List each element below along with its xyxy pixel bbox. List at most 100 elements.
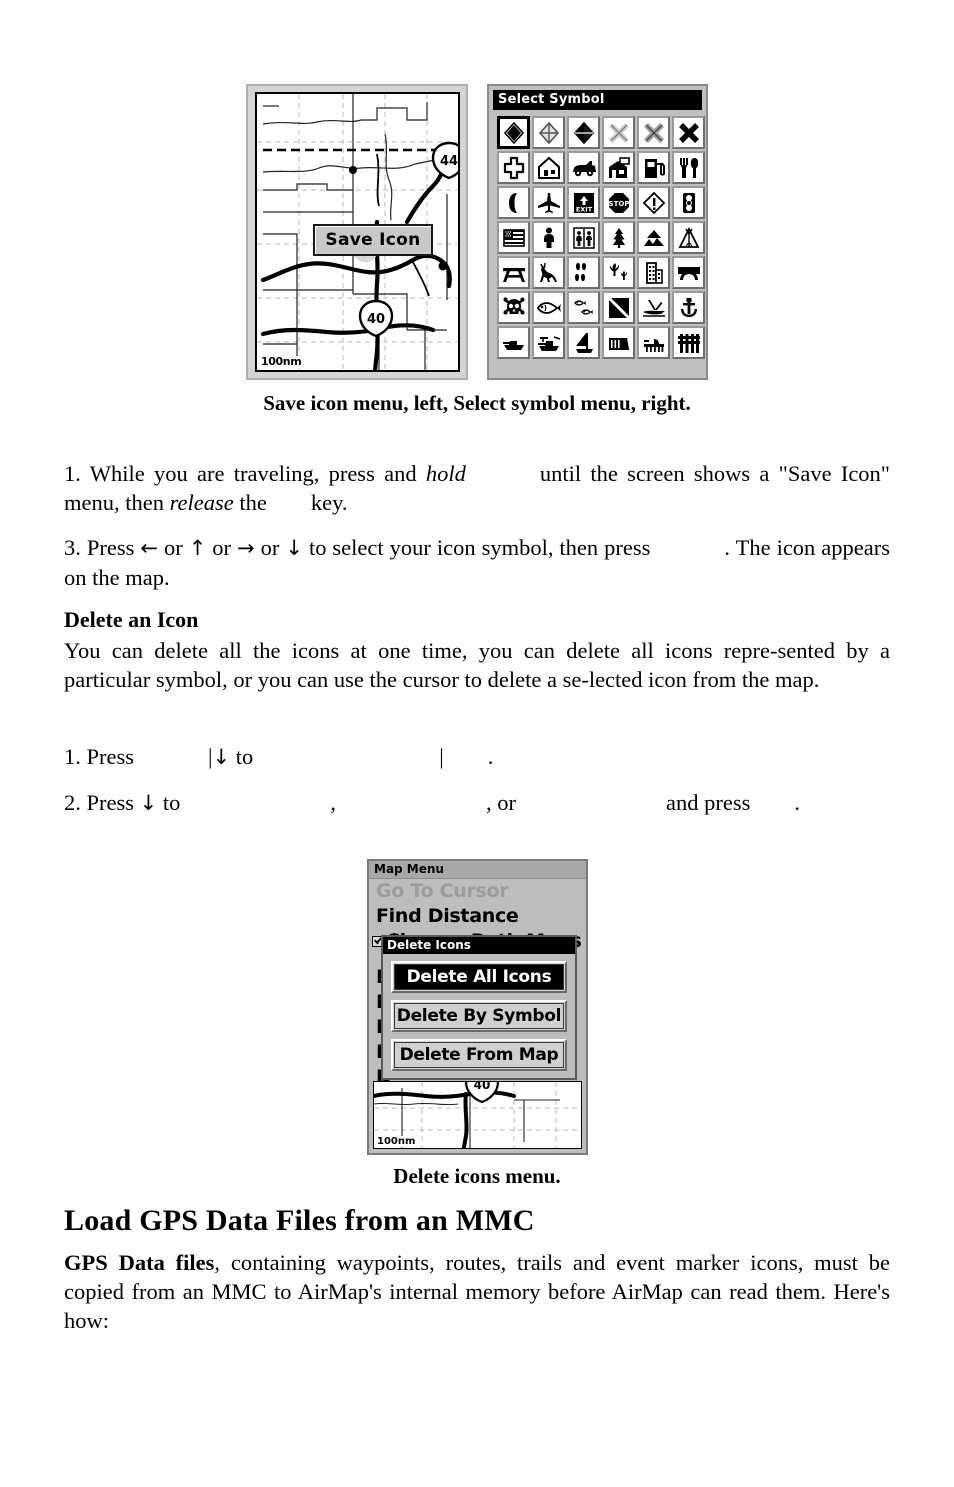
arrow-left-icon: ← bbox=[140, 536, 158, 560]
symbol-cell-traffic-light-icon[interactable] bbox=[672, 186, 705, 219]
symbol-cell-warning-diamond-icon[interactable] bbox=[637, 186, 670, 219]
symbol-cell-wreck-icon[interactable] bbox=[637, 291, 670, 324]
symbol-cell-bridge-icon[interactable] bbox=[672, 256, 705, 289]
svg-text:EXIT: EXIT bbox=[575, 205, 592, 213]
dam-icon bbox=[608, 337, 629, 350]
del-step1-separator-2: | bbox=[439, 744, 444, 769]
symbol-cell-hospital-cross-icon[interactable] bbox=[497, 151, 530, 184]
fish-icon bbox=[536, 301, 561, 314]
symbol-cell-diamond-half-icon[interactable] bbox=[567, 116, 600, 149]
arrow-down-icon-3: ↓ bbox=[139, 791, 158, 815]
symbol-cell-diamond-filled-icon[interactable] bbox=[497, 116, 530, 149]
symbol-cell-exit-sign-icon[interactable]: EXIT bbox=[567, 186, 600, 219]
step3-period: . bbox=[724, 535, 731, 560]
person-icon bbox=[543, 227, 554, 248]
delete-icons-titlebar: Delete Icons bbox=[383, 937, 575, 954]
symbol-cell-house-icon[interactable] bbox=[532, 151, 565, 184]
small-fish-icon bbox=[573, 299, 593, 315]
diamond-filled-icon bbox=[503, 121, 524, 144]
symbol-cell-sailboat-icon[interactable] bbox=[567, 326, 600, 359]
dive-flag-icon bbox=[607, 296, 630, 319]
symbol-cell-animal-tracks-icon[interactable] bbox=[567, 256, 600, 289]
symbol-cell-building-icon[interactable] bbox=[637, 256, 670, 289]
symbol-cell-pier-icon[interactable] bbox=[637, 326, 670, 359]
symbol-cell-store-icon[interactable] bbox=[602, 151, 635, 184]
arrow-right-icon: → bbox=[237, 536, 255, 560]
symbol-cell-airplane-icon[interactable] bbox=[532, 186, 565, 219]
diamond-half-icon bbox=[573, 121, 594, 144]
delete-by-symbol-label: Delete By Symbol bbox=[394, 1003, 564, 1029]
figure-delete-icons-menu: Map Menu Go To Cursor Find Distance Chan… bbox=[367, 859, 588, 1155]
symbol-cell-fish-icon[interactable] bbox=[532, 291, 565, 324]
svg-text:40: 40 bbox=[474, 1082, 491, 1092]
symbol-cell-skull-crossbones-icon[interactable] bbox=[497, 291, 530, 324]
map-menu-item-go-to-cursor[interactable]: Go To Cursor bbox=[369, 879, 586, 904]
symbol-cell-small-fish-icon[interactable] bbox=[567, 291, 600, 324]
symbol-cell-picnic-table-icon[interactable] bbox=[497, 256, 530, 289]
symbol-cell-stop-sign-icon[interactable]: STOP bbox=[602, 186, 635, 219]
x-bold-icon bbox=[678, 122, 699, 143]
symbol-cell-diamond-outline-icon[interactable] bbox=[532, 116, 565, 149]
symbol-cell-speedboat-icon[interactable] bbox=[532, 326, 565, 359]
symbol-cell-dam-icon[interactable] bbox=[602, 326, 635, 359]
delete-all-icons-button[interactable]: Delete All Icons bbox=[391, 961, 567, 993]
exit-sign-icon: EXIT bbox=[573, 192, 594, 213]
flag-icon bbox=[502, 228, 525, 247]
hospital-cross-icon bbox=[503, 156, 524, 179]
map-menu-item-find-distance[interactable]: Find Distance bbox=[369, 904, 586, 929]
pier-icon bbox=[643, 338, 664, 352]
del-step2-comma-1: , bbox=[330, 790, 337, 815]
boat-icon bbox=[502, 340, 524, 350]
symbol-cell-person-icon[interactable] bbox=[532, 221, 565, 254]
symbol-cell-dive-flag-icon[interactable] bbox=[602, 291, 635, 324]
del-step2-text-a: 2. Press bbox=[64, 790, 135, 815]
symbol-cell-anchor-icon[interactable] bbox=[672, 291, 705, 324]
section-heading-load-gps-data-files: Load GPS Data Files from an MMC bbox=[64, 1204, 535, 1237]
symbol-cell-flag-icon[interactable] bbox=[497, 221, 530, 254]
svg-text:40: 40 bbox=[367, 312, 385, 327]
select-symbol-panel: Select Symbol EXIT STOP bbox=[487, 84, 708, 380]
section-paragraph-bold-lead: GPS Data files bbox=[64, 1250, 215, 1275]
step3-or-2: or bbox=[212, 535, 232, 560]
del-step1-to: to bbox=[235, 744, 254, 769]
picnic-table-icon bbox=[502, 267, 525, 282]
delete-from-map-button[interactable]: Delete From Map bbox=[391, 1039, 567, 1071]
select-symbol-titlebar: Select Symbol bbox=[493, 90, 702, 110]
delete-by-symbol-button[interactable]: Delete By Symbol bbox=[391, 1000, 567, 1032]
sailboat-icon bbox=[575, 332, 593, 353]
save-icon-popup-label: Save Icon bbox=[325, 230, 421, 250]
figure1-caption: Save icon menu, left, Select symbol menu… bbox=[263, 391, 691, 415]
manual-page: 44 40 Save Icon 100nm Select Symbol EXIT… bbox=[0, 0, 954, 1487]
symbol-cell-plants-icon[interactable] bbox=[602, 256, 635, 289]
symbol-cell-x-bold-icon[interactable] bbox=[672, 116, 705, 149]
step1-text-a: 1. While you are traveling, press and bbox=[64, 461, 426, 486]
symbol-grid: EXIT STOP bbox=[497, 116, 705, 359]
symbol-cell-x-gray-icon[interactable] bbox=[637, 116, 670, 149]
restroom-icon bbox=[572, 226, 595, 249]
symbol-cell-pilings-icon[interactable] bbox=[672, 326, 705, 359]
symbol-cell-fuel-pump-icon[interactable] bbox=[637, 151, 670, 184]
anchor-icon bbox=[680, 297, 697, 317]
symbol-cell-telephone-icon[interactable] bbox=[497, 186, 530, 219]
delete-icons-dialog: Delete Icons Delete All Icons Delete By … bbox=[381, 935, 577, 1080]
symbol-cell-x-light-icon[interactable] bbox=[602, 116, 635, 149]
traffic-light-icon bbox=[682, 192, 695, 213]
step1-text-d: key. bbox=[310, 490, 348, 515]
symbol-cell-deer-icon[interactable] bbox=[532, 256, 565, 289]
pilings-icon bbox=[677, 333, 700, 353]
del-step1-text-a: 1. Press bbox=[64, 744, 135, 769]
symbol-cell-tree-icon[interactable] bbox=[602, 221, 635, 254]
symbol-cell-mountains-icon[interactable] bbox=[637, 221, 670, 254]
teepee-icon bbox=[678, 226, 699, 248]
symbol-cell-boat-icon[interactable] bbox=[497, 326, 530, 359]
symbol-cell-restaurant-icon[interactable] bbox=[672, 151, 705, 184]
symbol-cell-restroom-icon[interactable] bbox=[567, 221, 600, 254]
step3-or-1: or bbox=[163, 535, 183, 560]
symbol-cell-car-icon[interactable] bbox=[567, 151, 600, 184]
delete-all-icons-label: Delete All Icons bbox=[394, 964, 564, 990]
speedboat-icon bbox=[537, 335, 560, 351]
save-icon-popup[interactable]: Save Icon bbox=[313, 224, 433, 256]
symbol-cell-teepee-icon[interactable] bbox=[672, 221, 705, 254]
warning-diamond-icon bbox=[642, 191, 665, 214]
plants-icon bbox=[609, 262, 627, 280]
